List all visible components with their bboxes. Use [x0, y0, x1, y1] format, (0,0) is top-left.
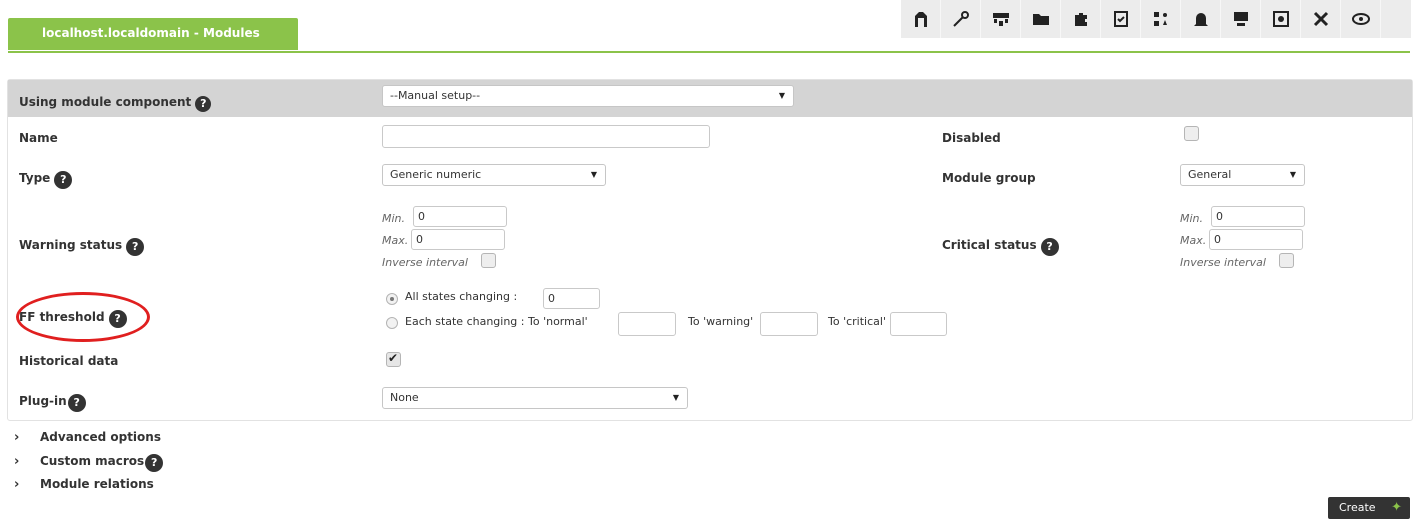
chevron-right-icon: ›: [14, 454, 20, 469]
help-icon[interactable]: ?: [1040, 238, 1059, 256]
puzzle-icon[interactable]: [1061, 0, 1101, 38]
critical-max-label: Max.: [1180, 234, 1207, 247]
agent-icon[interactable]: [1221, 0, 1261, 38]
help-icon[interactable]: ?: [195, 96, 212, 112]
critical-inverse-checkbox[interactable]: [1279, 253, 1294, 268]
critical-min-input[interactable]: [1211, 206, 1305, 227]
warning-inverse-checkbox[interactable]: [481, 253, 496, 268]
page-title-tab: localhost.localdomain - Modules: [8, 18, 298, 50]
disabled-label: Disabled: [942, 131, 1001, 145]
warning-status-label: Warning status?: [19, 238, 145, 256]
help-icon[interactable]: ?: [67, 394, 86, 412]
type-select[interactable]: Generic numeric ▼: [382, 164, 606, 186]
highlight-ring: [16, 292, 150, 342]
all-states-input[interactable]: [543, 288, 600, 309]
all-states-label: All states changing :: [405, 290, 518, 303]
tools-icon[interactable]: [1301, 0, 1341, 38]
to-warning-label: To 'warning': [688, 315, 754, 328]
name-input[interactable]: [382, 125, 710, 148]
network-icon[interactable]: [981, 0, 1021, 38]
wand-icon: ✦: [1391, 500, 1402, 515]
page-title: localhost.localdomain - Modules: [42, 26, 260, 40]
name-label: Name: [19, 131, 58, 145]
warning-max-input[interactable]: [411, 229, 505, 250]
module-relations-toggle[interactable]: › Module relations: [14, 477, 154, 492]
plugin-label: Plug-in?: [19, 394, 86, 412]
create-button[interactable]: Create ✦: [1328, 497, 1410, 519]
to-critical-label: To 'critical': [828, 315, 886, 328]
each-state-label: Each state changing : To 'normal': [405, 315, 588, 328]
warning-min-input[interactable]: [413, 206, 507, 227]
to-warning-input[interactable]: [760, 312, 818, 336]
module-group-label: Module group: [942, 171, 1036, 185]
critical-min-label: Min.: [1180, 212, 1204, 225]
folder-icon[interactable]: [1021, 0, 1061, 38]
title-underline: [8, 51, 1410, 53]
plugin-select[interactable]: None ▼: [382, 387, 688, 409]
chevron-right-icon: ›: [14, 477, 20, 492]
help-icon[interactable]: ?: [126, 238, 145, 256]
checklist-icon[interactable]: [1101, 0, 1141, 38]
inventory-icon[interactable]: [1261, 0, 1301, 38]
all-states-radio[interactable]: [386, 293, 398, 305]
critical-max-input[interactable]: [1209, 229, 1303, 250]
historical-data-checkbox[interactable]: [386, 351, 401, 367]
disabled-checkbox[interactable]: [1184, 126, 1199, 141]
help-icon[interactable]: ?: [54, 171, 73, 189]
historical-data-label: Historical data: [19, 354, 119, 368]
module-form: Using module component? --Manual setup--…: [7, 79, 1413, 421]
to-critical-input[interactable]: [890, 312, 947, 336]
wrench-icon[interactable]: [941, 0, 981, 38]
top-toolbar: [901, 0, 1411, 38]
manage-icon[interactable]: [901, 0, 941, 38]
alert-bell-icon[interactable]: [1181, 0, 1221, 38]
critical-status-label: Critical status?: [942, 238, 1059, 256]
to-normal-input[interactable]: [618, 312, 676, 336]
component-label: Using module component?: [19, 95, 212, 112]
chevron-right-icon: ›: [14, 430, 20, 445]
advanced-options-toggle[interactable]: › Advanced options: [14, 430, 161, 445]
warning-min-label: Min.: [382, 212, 406, 225]
component-select[interactable]: --Manual setup-- ▼: [382, 85, 794, 107]
critical-inverse-label: Inverse interval: [1180, 256, 1266, 269]
view-icon[interactable]: [1341, 0, 1381, 38]
help-icon[interactable]: ?: [145, 454, 164, 472]
module-group-select[interactable]: General ▼: [1180, 164, 1305, 186]
each-state-radio[interactable]: [386, 317, 398, 329]
modules-icon[interactable]: [1141, 0, 1181, 38]
warning-inverse-label: Inverse interval: [382, 256, 468, 269]
custom-macros-toggle[interactable]: › Custom macros?: [14, 454, 164, 472]
type-label: Type?: [19, 171, 73, 189]
warning-max-label: Max.: [382, 234, 409, 247]
